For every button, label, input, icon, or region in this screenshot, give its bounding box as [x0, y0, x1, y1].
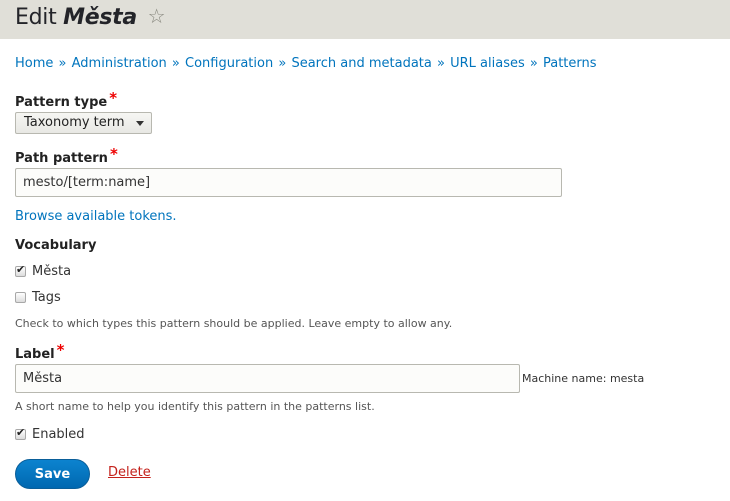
- tags-checkbox[interactable]: [15, 292, 26, 303]
- breadcrumb-url-aliases[interactable]: URL aliases: [450, 56, 525, 71]
- label-description: A short name to help you identify this p…: [15, 400, 375, 413]
- pattern-type-label-text: Pattern type: [15, 95, 108, 110]
- save-button[interactable]: Save: [15, 459, 90, 489]
- label-field-label: Label *: [15, 341, 65, 362]
- page-title: Edit Města ☆: [15, 4, 166, 30]
- chevron-down-icon: [136, 121, 144, 126]
- vocabulary-description: Check to which types this pattern should…: [15, 317, 453, 330]
- required-marker: *: [109, 145, 118, 163]
- breadcrumb: Home » Administration » Configuration » …: [15, 56, 597, 71]
- vocabulary-option-tags[interactable]: Tags: [15, 290, 61, 305]
- required-marker: *: [56, 341, 65, 359]
- path-pattern-label-text: Path pattern: [15, 151, 108, 166]
- breadcrumb-separator: »: [529, 56, 538, 71]
- breadcrumb-separator: »: [171, 56, 180, 71]
- browse-tokens-link[interactable]: Browse available tokens.: [15, 209, 177, 224]
- enabled-checkbox-label: Enabled: [32, 427, 85, 442]
- breadcrumb-search-metadata[interactable]: Search and metadata: [291, 56, 431, 71]
- breadcrumb-administration[interactable]: Administration: [72, 56, 167, 71]
- required-marker: *: [109, 89, 118, 107]
- path-pattern-input[interactable]: mesto/[term:name]: [15, 168, 562, 197]
- enabled-checkbox[interactable]: ✔: [15, 426, 26, 440]
- mesta-checkbox-label: Města: [32, 264, 72, 279]
- pattern-type-selected: Taxonomy term: [24, 115, 125, 130]
- delete-link[interactable]: Delete: [108, 465, 151, 480]
- breadcrumb-separator: »: [58, 56, 67, 71]
- breadcrumb-separator: »: [278, 56, 287, 71]
- vocabulary-option-mesta[interactable]: ✔ Města: [15, 263, 72, 279]
- path-pattern-value: mesto/[term:name]: [23, 175, 151, 190]
- path-pattern-label: Path pattern *: [15, 145, 118, 166]
- page-title-prefix: Edit: [15, 5, 57, 30]
- vocabulary-label: Vocabulary: [15, 238, 97, 253]
- mesta-checkbox[interactable]: ✔: [15, 263, 26, 277]
- star-icon[interactable]: ☆: [148, 4, 166, 28]
- page-title-entity: Města: [63, 5, 137, 30]
- enabled-option[interactable]: ✔ Enabled: [15, 426, 85, 442]
- checkmark-icon: ✔: [16, 263, 26, 276]
- breadcrumb-separator: »: [437, 56, 445, 71]
- checkmark-icon: ✔: [16, 426, 26, 439]
- pattern-type-label: Pattern type *: [15, 89, 118, 110]
- label-value: Města: [23, 371, 63, 386]
- tags-checkbox-label: Tags: [32, 290, 61, 305]
- label-input[interactable]: Města: [15, 364, 520, 393]
- page-header: Edit Města ☆: [0, 0, 730, 39]
- breadcrumb-home[interactable]: Home: [15, 56, 53, 71]
- breadcrumb-configuration[interactable]: Configuration: [185, 56, 273, 71]
- pattern-type-select[interactable]: Taxonomy term: [15, 112, 152, 134]
- breadcrumb-patterns[interactable]: Patterns: [543, 56, 597, 71]
- label-field-label-text: Label: [15, 347, 55, 362]
- machine-name: Machine name: mesta: [522, 372, 645, 385]
